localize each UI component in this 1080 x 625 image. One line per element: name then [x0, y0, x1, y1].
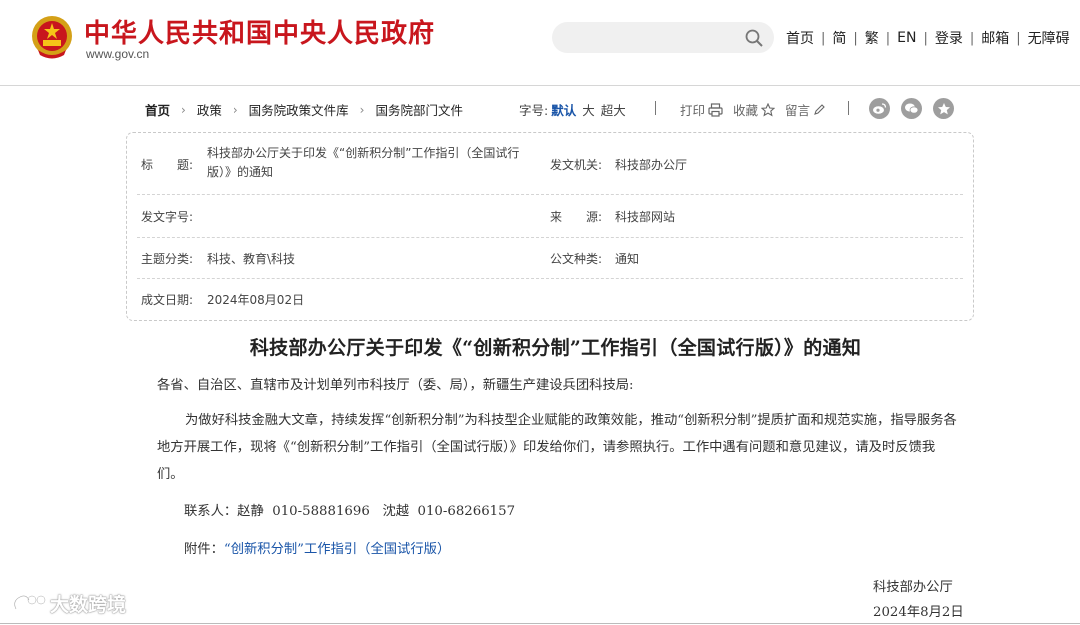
bottom-divider [0, 623, 1080, 624]
qzone-icon[interactable] [933, 98, 954, 119]
title-value: 科技部办公厅关于印发《“创新积分制”工作指引（全国试行版）》的通知 [207, 146, 520, 179]
signature-org: 科技部办公厅 [873, 580, 953, 595]
weibo-icon[interactable] [869, 98, 890, 119]
nav-traditional[interactable]: 繁 [865, 28, 879, 48]
font-size-large[interactable]: 大 [582, 103, 595, 118]
search-box[interactable] [552, 22, 774, 53]
site-header: 中华人民共和国中央人民政府 www.gov.cn 首页 | 简 | 繁 | EN | 登… [0, 0, 1080, 86]
favorite-label: 收藏 [733, 103, 759, 118]
info-row: 主题分类: 科技、教育\科技 公文种类: 通知 [137, 238, 963, 279]
chevron-right-icon: › [232, 102, 238, 117]
info-row: 发文字号: 来 源: 科技部网站 [137, 195, 963, 238]
nav-home[interactable]: 首页 [786, 28, 814, 48]
site-title[interactable]: 中华人民共和国中央人民政府 [84, 13, 435, 50]
signature-date: 2024年8月2日 [873, 605, 964, 620]
font-size-xlarge[interactable]: 超大 [601, 103, 626, 118]
article-addressee: 各省、自治区、直辖市及计划单列市科技厅（委、局），新疆生产建设兵团科技局: [157, 378, 634, 393]
favorite-button[interactable]: 收藏 [733, 100, 776, 119]
comment-button[interactable]: 留言 [785, 100, 825, 119]
nav-separator: | [821, 30, 826, 46]
site-url[interactable]: www.gov.cn [86, 47, 149, 61]
nav-separator: | [923, 30, 928, 46]
article-contact: 联系人：赵静 010-58881696 沈越 010-68266157 [184, 504, 516, 519]
issuer-label: 发文机关: [550, 158, 603, 172]
chevron-right-icon: › [181, 102, 186, 117]
date-value: 2024年08月02日 [207, 293, 305, 307]
nav-separator: | [1016, 30, 1021, 46]
watermark-text: 大数跨境 [50, 594, 127, 616]
doc-number-label: 发文字号: [141, 210, 194, 224]
nav-accessibility[interactable]: 无障碍 [1028, 28, 1070, 48]
issuer-value: 科技部办公厅 [615, 158, 688, 172]
breadcrumb-home[interactable]: 首页 [145, 100, 170, 119]
toolbar: 打印 收藏 留言 [680, 100, 835, 119]
comment-label: 留言 [785, 103, 811, 118]
chevron-right-icon: › [359, 102, 365, 117]
top-nav: 首页 | 简 | 繁 | EN | 登录 | 邮箱 | 无障碍 [786, 28, 1070, 48]
font-size-switcher: 字号: 默认大超大 [519, 100, 626, 119]
nav-separator: | [853, 30, 858, 46]
nav-simplified[interactable]: 简 [832, 28, 846, 48]
doc-type-value: 通知 [615, 252, 640, 266]
attachment-label: 附件： [184, 542, 224, 557]
breadcrumb-policy[interactable]: 政策 [197, 100, 222, 119]
breadcrumb: 首页 › 政策 › 国务院政策文件库 › 国务院部门文件 [145, 100, 463, 119]
nav-english[interactable]: EN [897, 30, 916, 46]
search-icon[interactable] [744, 28, 764, 48]
source-value: 科技部网站 [615, 210, 676, 224]
nav-mail[interactable]: 邮箱 [981, 28, 1009, 48]
divider [655, 101, 656, 115]
font-size-label: 字号: [519, 103, 549, 118]
nav-login[interactable]: 登录 [935, 28, 963, 48]
breadcrumb-dept-docs[interactable]: 国务院部门文件 [375, 100, 463, 119]
nav-separator: | [969, 30, 975, 46]
star-icon [761, 102, 776, 117]
info-row: 成文日期: 2024年08月02日 [137, 279, 963, 320]
printer-icon [708, 102, 723, 117]
article-title: 科技部办公厅关于印发《“创新积分制”工作指引（全国试行版）》的通知 [249, 337, 862, 359]
print-button[interactable]: 打印 [680, 100, 723, 119]
watermark: 大数跨境 [10, 590, 126, 617]
divider [848, 101, 849, 115]
watermark-logo-icon [13, 594, 47, 610]
topic-value: 科技、教育\科技 [207, 252, 296, 266]
wechat-icon[interactable] [901, 98, 922, 119]
document-info-table: 标 题: 科技部办公厅关于印发《“创新积分制”工作指引（全国试行版）》的通知 发… [126, 132, 974, 321]
doc-type-label: 公文种类: [550, 252, 603, 266]
nav-separator: | [885, 30, 891, 46]
pencil-icon [814, 104, 825, 115]
date-label: 成文日期: [141, 293, 194, 307]
topic-label: 主题分类: [141, 252, 194, 266]
font-size-default[interactable]: 默认 [551, 103, 576, 118]
print-label: 打印 [680, 103, 706, 118]
article-attachment: 附件：“创新积分制”工作指引（全国试行版） [184, 536, 450, 563]
breadcrumb-policy-library[interactable]: 国务院政策文件库 [249, 100, 349, 119]
national-emblem-icon[interactable] [30, 14, 74, 60]
attachment-link[interactable]: “创新积分制”工作指引（全国试行版） [224, 542, 450, 557]
search-input[interactable] [566, 27, 736, 48]
info-row: 标 题: 科技部办公厅关于印发《“创新积分制”工作指引（全国试行版）》的通知 发… [137, 133, 963, 195]
title-label: 标 题: [141, 158, 194, 172]
source-label: 来 源: [550, 210, 603, 224]
article-body: 为做好科技金融大文章，持续发挥“创新积分制”为科技型企业赋能的政策效能，推动“创… [157, 413, 957, 482]
